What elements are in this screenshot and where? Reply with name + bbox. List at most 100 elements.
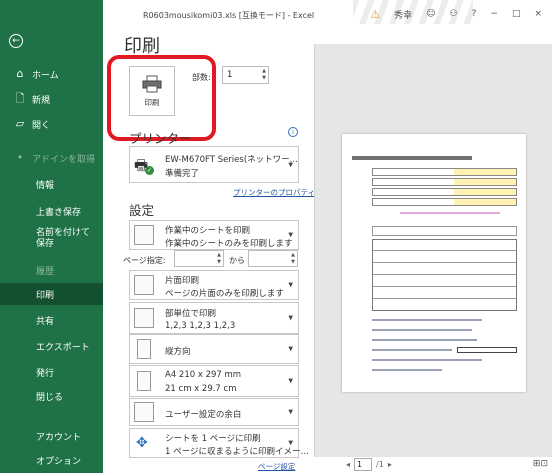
- preview-note-line: [372, 369, 442, 371]
- new-document-icon: 🗋: [15, 92, 25, 105]
- paper-size-dropdown[interactable]: A4 210 x 297 mm 21 cm x 29.7 cm ▼: [129, 365, 299, 397]
- preview-note-line: [372, 359, 482, 361]
- sidebar-item-export[interactable]: エクスポート: [0, 338, 103, 354]
- preview-page-navigator: ◂ 1 /1 ▸: [346, 458, 392, 471]
- spinner-arrows-icon[interactable]: ▲ ▼: [291, 252, 295, 266]
- sidebar-item-open[interactable]: ▱ 開く: [0, 116, 103, 132]
- paper-size-desc: 21 cm x 29.7 cm: [165, 384, 237, 394]
- fit-to-page-icon: ✥: [136, 435, 148, 451]
- help-button[interactable]: ?: [472, 9, 477, 19]
- paper-size-icon: [137, 371, 151, 391]
- close-button[interactable]: ×: [534, 9, 542, 19]
- restore-button[interactable]: □: [512, 9, 521, 19]
- margins-title: ユーザー設定の余白: [165, 410, 242, 420]
- back-arrow-icon[interactable]: ←: [9, 34, 23, 48]
- next-page-icon[interactable]: ▸: [388, 460, 392, 469]
- pages-label: ページ指定:: [123, 256, 166, 265]
- sides-dropdown[interactable]: 片面印刷 ページの片面のみを印刷します ▼: [129, 270, 299, 300]
- preview-note-line: [372, 329, 472, 331]
- sidebar-item-home[interactable]: ⌂ ホーム: [0, 66, 103, 82]
- sidebar-item-options[interactable]: オプション: [0, 452, 103, 468]
- preview-yellow-cell: [454, 189, 516, 195]
- preview-form-row: [372, 178, 517, 186]
- scaling-desc: 1 ページに収まるように印刷イメー…: [165, 447, 309, 457]
- preview-yellow-cell: [454, 199, 516, 205]
- chevron-down-icon: ▼: [288, 314, 293, 322]
- spinner-arrows-icon[interactable]: ▲ ▼: [262, 68, 266, 82]
- pages-from-input[interactable]: ▲ ▼: [174, 250, 224, 267]
- preview-pink-note: [400, 212, 500, 214]
- chevron-down-icon: ▼: [288, 408, 293, 416]
- sidebar-item-save-as[interactable]: 名前を付けて保存: [0, 226, 103, 252]
- print-scope-desc: 作業中のシートのみを印刷します: [165, 239, 293, 249]
- preview-form-row: [372, 188, 517, 196]
- minimize-button[interactable]: −: [490, 9, 498, 19]
- chevron-down-icon: ▼: [288, 439, 293, 447]
- current-page-input[interactable]: 1: [354, 458, 373, 471]
- settings-section-title: 設定: [129, 203, 155, 218]
- preview-note-line: [372, 319, 482, 321]
- sides-title: 片面印刷: [165, 276, 200, 286]
- sides-desc: ページの片面のみを印刷します: [165, 289, 284, 299]
- show-margins-icon[interactable]: ⊞⊡: [533, 459, 548, 469]
- scaling-dropdown[interactable]: ✥ シートを 1 ページに印刷 1 ページに収まるように印刷イメー… ▼: [129, 428, 309, 458]
- spinner-arrows-icon[interactable]: ▲ ▼: [217, 252, 221, 266]
- chevron-down-icon: ▼: [288, 345, 293, 353]
- portrait-icon: [137, 339, 151, 359]
- sidebar-item-publish[interactable]: 発行: [0, 364, 103, 380]
- sidebar-item-account[interactable]: アカウント: [0, 428, 103, 444]
- sidebar-item-close[interactable]: 閉じる: [0, 388, 103, 404]
- info-icon[interactable]: i: [288, 127, 298, 137]
- sidebar-item-share[interactable]: 共有: [0, 312, 103, 328]
- printer-status: 準備完了: [165, 169, 200, 179]
- previous-page-icon[interactable]: ◂: [346, 460, 350, 469]
- printer-dropdown[interactable]: 🖶 ✓ EW-M670FT Series(ネットワー… 準備完了 ▼: [129, 146, 299, 183]
- chevron-down-icon: ▼: [288, 281, 293, 289]
- chevron-down-icon: ▼: [288, 231, 293, 239]
- preview-table-header: [372, 226, 517, 236]
- copies-stepper[interactable]: 1 ▲ ▼: [222, 66, 269, 84]
- printer-properties-link[interactable]: プリンターのプロパティ: [233, 187, 315, 198]
- margins-dropdown[interactable]: ユーザー設定の余白 ▼: [129, 398, 299, 426]
- pages-to-label: から: [229, 256, 245, 265]
- preview-yellow-cell: [454, 179, 516, 185]
- dot-icon: •: [16, 151, 24, 164]
- print-scope-title: 作業中のシートを印刷: [165, 226, 251, 236]
- paper-size-title: A4 210 x 297 mm: [165, 370, 242, 380]
- home-icon: ⌂: [16, 67, 24, 80]
- collate-title: 部単位で印刷: [165, 309, 217, 319]
- preview-form-row: [372, 198, 517, 206]
- warning-icon[interactable]: ⚠: [370, 8, 380, 21]
- coauthor-icon[interactable]: ⚇: [450, 9, 458, 19]
- chevron-down-icon: ▼: [288, 377, 293, 385]
- collate-dropdown[interactable]: 部単位で印刷 1,2,3 1,2,3 1,2,3 ▼: [129, 302, 299, 334]
- preview-form-row: [372, 168, 517, 176]
- window-title: R0603mousikomi03.xls [互換モード] - Excel: [143, 11, 315, 20]
- copies-value: 1: [227, 70, 233, 80]
- ready-check-icon: ✓: [145, 166, 154, 175]
- sidebar-item-info[interactable]: 情報: [0, 176, 103, 192]
- page-setup-link[interactable]: ページ設定: [258, 461, 295, 472]
- chevron-down-icon: ▼: [288, 161, 293, 168]
- pages-to-input[interactable]: ▲ ▼: [248, 250, 298, 267]
- one-sided-icon: [134, 275, 154, 295]
- sidebar-item-save[interactable]: 上書き保存: [0, 203, 103, 219]
- orientation-dropdown[interactable]: 縦方向 ▼: [129, 334, 299, 364]
- preview-note-line: [372, 349, 452, 351]
- print-scope-dropdown[interactable]: 作業中のシートを印刷 作業中のシートのみを印刷します ▼: [129, 220, 299, 250]
- sidebar-item-history[interactable]: 履歴: [0, 262, 103, 278]
- sidebar-item-new[interactable]: 🗋 新規: [0, 91, 103, 107]
- printer-name: EW-M670FT Series(ネットワー…: [165, 155, 299, 165]
- preview-yellow-cell: [454, 169, 516, 175]
- sidebar-item-get-addins[interactable]: • アドインを取得: [0, 150, 103, 166]
- sheet-icon: [134, 225, 154, 245]
- collate-desc: 1,2,3 1,2,3 1,2,3: [165, 321, 236, 331]
- preview-title-line: [352, 156, 472, 160]
- collate-icon: [134, 308, 154, 328]
- margins-icon: [134, 402, 154, 422]
- preview-link-box: [457, 347, 517, 353]
- sidebar-item-print[interactable]: 印刷: [0, 283, 103, 305]
- user-avatar-icon[interactable]: ☺: [426, 9, 435, 19]
- title-bar: R0603mousikomi03.xls [互換モード] - Excel ⚠ 秀…: [103, 0, 552, 30]
- user-name[interactable]: 秀幸: [394, 8, 412, 21]
